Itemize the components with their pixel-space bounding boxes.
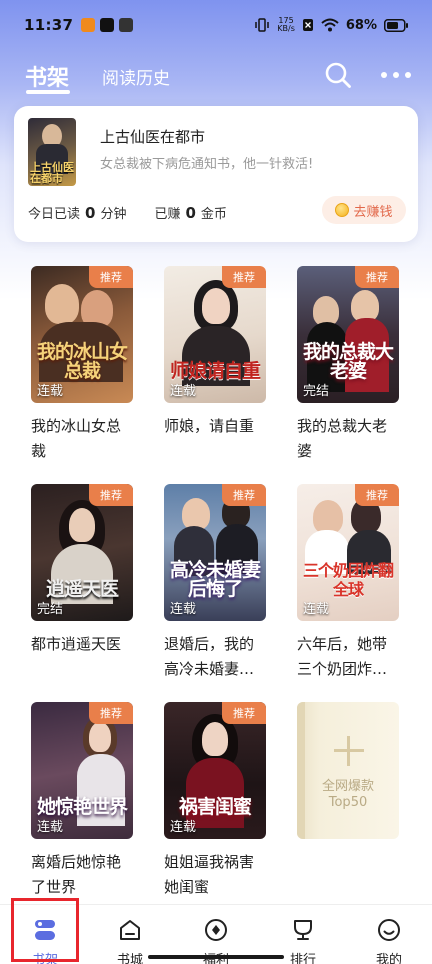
more-icon xyxy=(381,72,387,78)
book-cover[interactable]: 我的总裁大老婆 推荐 完结 xyxy=(297,266,399,403)
cover-title: 师娘请自重 xyxy=(169,360,261,382)
nav-label: 我的 xyxy=(375,953,402,964)
recommend-badge: 推荐 xyxy=(222,702,266,724)
earn-money-button[interactable]: 去赚钱 xyxy=(322,196,406,224)
book-cover[interactable]: 逍遥天医 推荐 完结 xyxy=(31,484,133,621)
coin-icon xyxy=(335,203,350,217)
reading-book-cover[interactable]: 上古仙医在都市 xyxy=(28,118,76,186)
book-title[interactable]: 都市逍遥天医 xyxy=(31,632,135,657)
book-title[interactable]: 我的冰山女总裁 xyxy=(31,414,135,464)
book-status: 连载 xyxy=(37,820,64,835)
book-cover[interactable]: 师娘请自重 推荐 连载 xyxy=(164,266,266,403)
reading-stats: 今日已读 0 分钟 已赚 0 金币 xyxy=(28,203,227,222)
recommend-badge: 推荐 xyxy=(89,702,133,724)
book-item[interactable]: 她惊艳世界 推荐 连载 离婚后她惊艳了世界 xyxy=(31,702,133,900)
book-cover[interactable]: 高冷未婚妻后悔了 推荐 连载 xyxy=(164,484,266,621)
recommend-badge: 推荐 xyxy=(89,484,133,506)
book-item[interactable]: 高冷未婚妻后悔了 推荐 连载 退婚后，我的高冷未婚妻… xyxy=(164,484,266,682)
recommend-badge: 推荐 xyxy=(222,484,266,506)
book-title[interactable]: 离婚后她惊艳了世界 xyxy=(31,850,135,900)
book-title[interactable]: 六年后，她带三个奶团炸… xyxy=(297,632,401,682)
battery-icon xyxy=(384,18,408,32)
wifi-icon xyxy=(321,18,339,32)
cover-title: 逍遥天医 xyxy=(45,578,119,600)
status-indicators: 175 KB/s 68% xyxy=(254,17,408,33)
cover-title: 我的冰山女总裁 xyxy=(36,341,128,382)
book-title[interactable]: 我的总裁大老婆 xyxy=(297,414,401,464)
network-speed-unit: KB/s xyxy=(277,24,295,33)
book-status: 连载 xyxy=(170,602,197,617)
tab-bookshelf[interactable]: 书架 xyxy=(25,60,69,92)
book-status: 连载 xyxy=(170,384,197,399)
app-notification-icon xyxy=(81,18,96,32)
recommend-badge: 推荐 xyxy=(355,266,399,288)
battery-percent: 68% xyxy=(345,17,377,33)
profile-icon xyxy=(378,919,400,941)
earned-coins: 0 xyxy=(185,204,196,222)
read-label: 今日已读 xyxy=(28,207,81,222)
active-tab-indicator xyxy=(26,90,70,94)
top50-sublabel: Top50 xyxy=(328,795,368,810)
more-button[interactable] xyxy=(381,72,411,80)
status-time: 11:37 xyxy=(24,16,74,34)
cover-title: 上古仙医在都市 xyxy=(30,161,74,185)
status-bar: 11:37 175 KB/s 68% xyxy=(0,0,432,50)
cover-title: 她惊艳世界 xyxy=(36,796,128,818)
book-status: 完结 xyxy=(303,384,330,399)
cover-title: 我的总裁大老婆 xyxy=(302,341,394,382)
book-title[interactable]: 师娘，请自重 xyxy=(164,414,268,439)
cover-title: 祸害闺蜜 xyxy=(178,796,252,818)
cover-title: 高冷未婚妻后悔了 xyxy=(169,559,261,600)
book-status: 连载 xyxy=(303,602,330,617)
header: 书架 阅读历史 xyxy=(0,54,432,98)
top50-entry[interactable]: 全网爆款 Top50 xyxy=(297,702,399,839)
recommend-badge: 推荐 xyxy=(355,484,399,506)
book-status: 完结 xyxy=(37,602,64,617)
tiktok-icon xyxy=(100,18,115,32)
book-status: 连载 xyxy=(37,384,64,399)
read-unit: 分钟 xyxy=(100,207,127,222)
book-item[interactable]: 我的冰山女总裁 推荐 连载 我的冰山女总裁 xyxy=(31,266,133,464)
book-item[interactable]: 祸害闺蜜 推荐 连载 姐姐逼我祸害她闺蜜 xyxy=(164,702,266,900)
book-item[interactable]: 三个奶团炸翻全球 推荐 连载 六年后，她带三个奶团炸… xyxy=(297,484,399,682)
recommend-badge: 推荐 xyxy=(89,266,133,288)
top50-label: 全网爆款 xyxy=(321,779,374,794)
recommend-badge: 推荐 xyxy=(222,266,266,288)
book-title[interactable]: 姐姐逼我祸害她闺蜜 xyxy=(164,850,268,900)
book-cover[interactable]: 我的冰山女总裁 推荐 连载 xyxy=(31,266,133,403)
bookstore-icon xyxy=(120,920,140,940)
book-cover[interactable]: 祸害闺蜜 推荐 连载 xyxy=(164,702,266,839)
earn-button-label: 去赚钱 xyxy=(353,204,393,220)
no-sim-icon xyxy=(302,19,313,31)
tab-reading-history[interactable]: 阅读历史 xyxy=(102,64,170,89)
welfare-icon xyxy=(205,919,227,941)
vibrate-icon xyxy=(255,18,270,32)
nav-profile[interactable]: 我的 xyxy=(359,911,419,964)
book-item[interactable]: 逍遥天医 推荐 完结 都市逍遥天医 xyxy=(31,484,133,657)
network-speed: 175 KB/s xyxy=(277,17,295,33)
book-cover[interactable]: 三个奶团炸翻全球 推荐 连载 xyxy=(297,484,399,621)
notification-icons xyxy=(81,18,134,32)
search-icon xyxy=(325,62,351,88)
book-item[interactable]: 我的总裁大老婆 推荐 完结 我的总裁大老婆 xyxy=(297,266,399,464)
book-item[interactable]: 师娘请自重 推荐 连载 师娘，请自重 xyxy=(164,266,266,439)
reading-book-description: 女总裁被下病危通知书，他一针救活! xyxy=(100,157,314,172)
ranking-icon xyxy=(294,920,312,940)
book-cover[interactable]: 她惊艳世界 推荐 连载 xyxy=(31,702,133,839)
home-indicator[interactable] xyxy=(148,955,284,959)
cover-title: 三个奶团炸翻全球 xyxy=(302,561,394,599)
reading-book-title[interactable]: 上古仙医在都市 xyxy=(100,126,205,147)
book-title[interactable]: 退婚后，我的高冷未婚妻… xyxy=(164,632,268,682)
book-status: 连载 xyxy=(170,820,197,835)
continue-reading-card[interactable]: 上古仙医在都市 上古仙医在都市 女总裁被下病危通知书，他一针救活! 今日已读 0… xyxy=(14,106,418,242)
search-button[interactable] xyxy=(323,60,353,90)
earned-unit: 金币 xyxy=(200,207,227,222)
app-notification-icon xyxy=(119,18,134,32)
selection-highlight xyxy=(11,898,79,962)
read-minutes: 0 xyxy=(85,204,96,222)
earned-label: 已赚 xyxy=(154,207,181,222)
